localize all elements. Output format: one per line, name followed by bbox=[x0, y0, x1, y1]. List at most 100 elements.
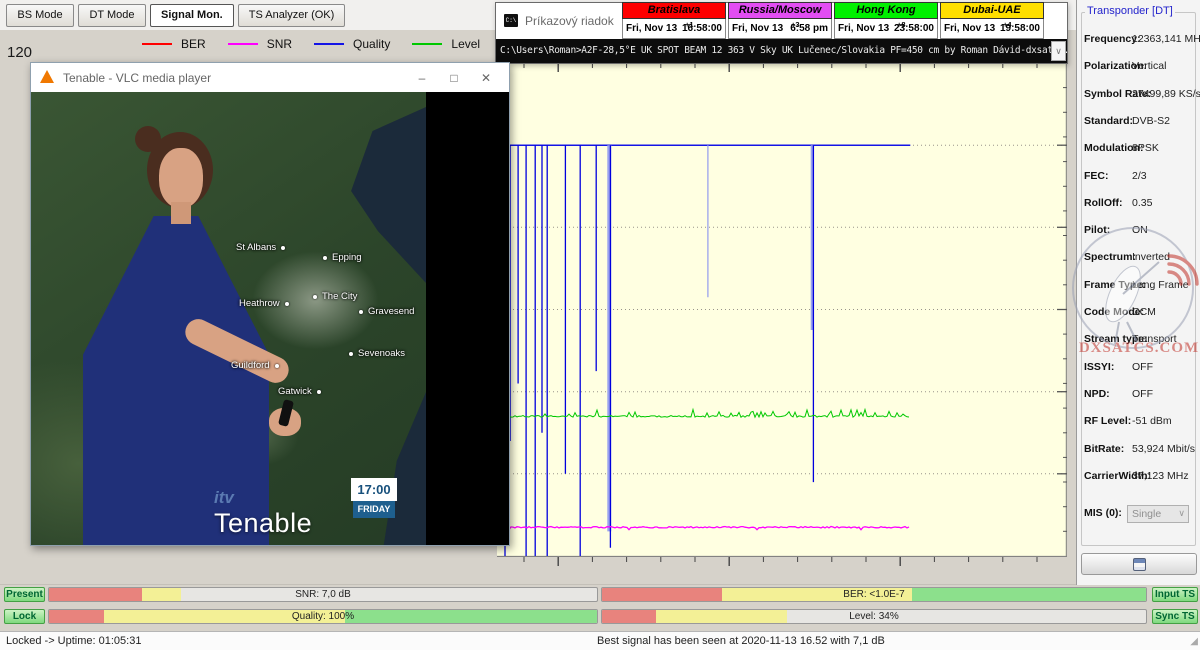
map-label-st-albans: St Albans bbox=[236, 242, 285, 253]
tp-row-label: ISSYI: bbox=[1084, 361, 1114, 373]
map-city-name: Guildford bbox=[231, 360, 270, 371]
tp-row-label: RF Level: bbox=[1084, 415, 1131, 427]
clock-city-name: Dubai-UAE bbox=[940, 2, 1044, 19]
tp-row-value: Inverted bbox=[1132, 251, 1170, 263]
legend-label: BER bbox=[181, 37, 206, 51]
tp-row-value: 37,123 MHz bbox=[1132, 470, 1189, 482]
input-ts-indicator-button[interactable]: Input TS bbox=[1152, 587, 1198, 602]
legend-label: Quality bbox=[353, 37, 390, 51]
clock-bratislava: BratislavaFri, Nov 13+116:58:00 bbox=[622, 2, 726, 39]
mis-selected-value: Single bbox=[1132, 508, 1161, 520]
mis-label: MIS (0): bbox=[1084, 507, 1122, 519]
tp-row-bitrate: BitRate:53,924 Mbit/s bbox=[1077, 443, 1200, 457]
tp-row-polarization: Polarization:Vertical bbox=[1077, 60, 1200, 74]
weather-map: 17:00 FRIDAY itv Tenable St Albans Epping… bbox=[31, 92, 426, 545]
vlc-cone-icon bbox=[40, 70, 54, 83]
lock-uptime-status: Locked -> Uptime: 01:05:31 bbox=[6, 635, 141, 647]
tab-bs-mode[interactable]: BS Mode bbox=[6, 4, 74, 27]
tp-row-pilot: Pilot:ON bbox=[1077, 224, 1200, 238]
map-city-name: St Albans bbox=[236, 242, 276, 253]
clock-date: Fri, Nov 13 bbox=[944, 23, 995, 34]
console-scroll-down-button[interactable]: ∨ bbox=[1051, 41, 1066, 61]
tab-dt-mode[interactable]: DT Mode bbox=[78, 4, 146, 27]
legend-item-snr: SNR bbox=[228, 37, 292, 51]
world-clocks: BratislavaFri, Nov 13+116:58:00Russia/Mo… bbox=[622, 2, 1044, 39]
map-city-dot bbox=[317, 390, 321, 394]
tp-row-code-mode: Code Mode:CCM bbox=[1077, 306, 1200, 320]
bar-value-label: SNR: 7,0 dB bbox=[49, 588, 597, 602]
tp-row-frame-type: Frame Type:Long Frame bbox=[1077, 279, 1200, 293]
mis-row: MIS (0): Single ∨ bbox=[1077, 505, 1200, 525]
presenter-torso bbox=[83, 216, 269, 545]
map-city-dot bbox=[359, 310, 363, 314]
map-city-dot bbox=[285, 302, 289, 306]
legend-item-ber: BER bbox=[142, 37, 206, 51]
programme-title: Tenable bbox=[214, 508, 312, 539]
tp-row-label: Standard: bbox=[1084, 115, 1133, 127]
channel-coast-water bbox=[361, 392, 426, 545]
vlc-titlebar[interactable]: Tenable - VLC media player – □ ✕ bbox=[31, 63, 509, 92]
video-area[interactable]: 17:00 FRIDAY itv Tenable St Albans Epping… bbox=[31, 92, 509, 545]
clock-time: 16:58:00 bbox=[682, 23, 722, 34]
clock-hong-kong: Hong KongFri, Nov 13+823:58:00 bbox=[834, 2, 938, 39]
tp-row-stream-type: Stream type:Transport bbox=[1077, 333, 1200, 347]
lock-indicator-button[interactable]: Lock bbox=[4, 609, 45, 624]
legend-dash-quality bbox=[314, 43, 344, 45]
tp-row-value: DVB-S2 bbox=[1132, 115, 1170, 127]
divider bbox=[0, 584, 1200, 585]
resize-grip[interactable]: ◢ bbox=[1190, 636, 1198, 647]
clock-date: Fri, Nov 13 bbox=[732, 23, 783, 34]
minimize-button[interactable]: – bbox=[413, 69, 431, 87]
tp-row-spectrum: Spectrum:Inverted bbox=[1077, 251, 1200, 265]
broadcast-time-box: 17:00 FRIDAY bbox=[351, 478, 397, 518]
map-city-dot bbox=[275, 364, 279, 368]
tab-ts-analyzer-ok[interactable]: TS Analyzer (OK) bbox=[238, 4, 346, 27]
tp-row-value: Transport bbox=[1132, 333, 1177, 345]
presenter-face bbox=[159, 148, 203, 208]
map-city-name: Gravesend bbox=[368, 306, 414, 317]
tp-row-frequency: Frequency:12363,141 MHz bbox=[1077, 33, 1200, 47]
map-city-name: Epping bbox=[332, 252, 362, 263]
thames-estuary-water bbox=[319, 107, 426, 307]
console-output[interactable]: C:\Users\Roman>A2F-28,5°E UK SPOT BEAM 1… bbox=[496, 39, 1067, 63]
clock-time: 6:58 pm bbox=[790, 23, 828, 34]
map-city-name: The City bbox=[322, 291, 357, 302]
clock-date: Fri, Nov 13 bbox=[626, 23, 677, 34]
clock-datetime: Fri, Nov 13+116:58:00 bbox=[622, 19, 726, 39]
itv-watermark: itv bbox=[214, 488, 234, 508]
status-bar: Locked -> Uptime: 01:05:31 Best signal h… bbox=[0, 631, 1200, 650]
broadcast-day: FRIDAY bbox=[353, 501, 395, 518]
signal-chart bbox=[497, 63, 1067, 568]
map-city-name: Sevenoaks bbox=[358, 348, 405, 359]
presenter-neck bbox=[171, 202, 191, 224]
maximize-button[interactable]: □ bbox=[445, 69, 463, 87]
clock-city-name: Russia/Moscow bbox=[728, 2, 832, 19]
clock-datetime: Fri, Nov 13+36:58 pm bbox=[728, 19, 832, 39]
legend-label: Level bbox=[451, 37, 480, 51]
tp-row-fec: FEC:2/3 bbox=[1077, 170, 1200, 184]
mode-tabs: BS ModeDT ModeSignal Mon.TS Analyzer (OK… bbox=[6, 4, 345, 27]
map-city-dot bbox=[323, 256, 327, 260]
quality-progress-bar: Quality: 100% bbox=[48, 609, 598, 624]
legend-dash-level bbox=[412, 43, 442, 45]
legend-label: SNR bbox=[267, 37, 292, 51]
present-indicator-button[interactable]: Present bbox=[4, 587, 45, 602]
tab-signal-mon[interactable]: Signal Mon. bbox=[150, 4, 234, 27]
tp-row-value: Vertical bbox=[1132, 60, 1166, 72]
tp-row-rf-level: RF Level:-51 dBm bbox=[1077, 415, 1200, 429]
sync-ts-indicator-button[interactable]: Sync TS bbox=[1152, 609, 1198, 624]
clock-time: 19:58:00 bbox=[1000, 23, 1040, 34]
ts-record-button[interactable] bbox=[1081, 553, 1197, 575]
close-button[interactable]: ✕ bbox=[477, 69, 495, 87]
mis-select[interactable]: Single ∨ bbox=[1127, 505, 1189, 523]
map-city-dot bbox=[349, 352, 353, 356]
tp-row-value: ON bbox=[1132, 224, 1148, 236]
map-label-the-city: The City bbox=[313, 291, 357, 302]
clock-russia-moscow: Russia/MoscowFri, Nov 13+36:58 pm bbox=[728, 2, 832, 39]
map-label-guildford: Guildford bbox=[231, 360, 279, 371]
tp-row-value: -51 dBm bbox=[1132, 415, 1172, 427]
map-city-name: Gatwick bbox=[278, 386, 312, 397]
map-label-heathrow: Heathrow bbox=[239, 298, 289, 309]
tp-row-value: 53,924 Mbit/s bbox=[1132, 443, 1195, 455]
snr-progress-bar: SNR: 7,0 dB bbox=[48, 587, 598, 602]
